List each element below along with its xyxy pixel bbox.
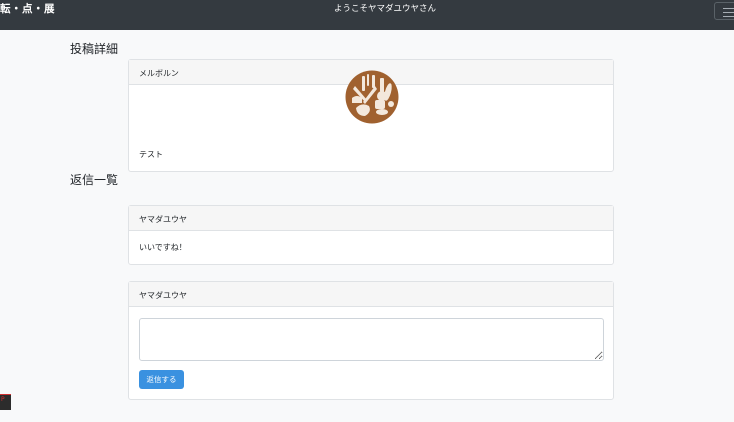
reply-textarea[interactable]	[139, 318, 604, 361]
post-detail-heading: 投稿詳細	[70, 42, 119, 56]
reply-form-card: ヤマダユウヤ 返信する	[128, 281, 614, 400]
corner-widget-label: P	[1, 396, 5, 403]
reply-form-author: ヤマダユウヤ	[129, 282, 613, 307]
reply-author: ヤマダユウヤ	[129, 206, 613, 231]
post-body: テスト	[139, 150, 163, 159]
reply-body: いいですね！	[139, 243, 187, 252]
hamburger-menu-button[interactable]	[714, 2, 734, 20]
reply-card: ヤマダユウヤ いいですね！	[128, 205, 614, 265]
post-card: メルボルン テスト	[128, 59, 614, 172]
post-image[interactable]	[345, 70, 399, 124]
menu-line-icon	[723, 16, 734, 17]
replies-heading: 返信一覧	[70, 173, 119, 187]
menu-line-icon	[723, 12, 734, 13]
welcome-message: ようこそヤマダユウヤさん	[333, 4, 436, 14]
menu-line-icon	[723, 8, 734, 9]
corner-widget[interactable]: P	[0, 394, 11, 410]
submit-reply-button[interactable]: 返信する	[139, 370, 184, 389]
top-navbar: 転・点・展 ようこそヤマダユウヤさん	[0, 0, 734, 30]
